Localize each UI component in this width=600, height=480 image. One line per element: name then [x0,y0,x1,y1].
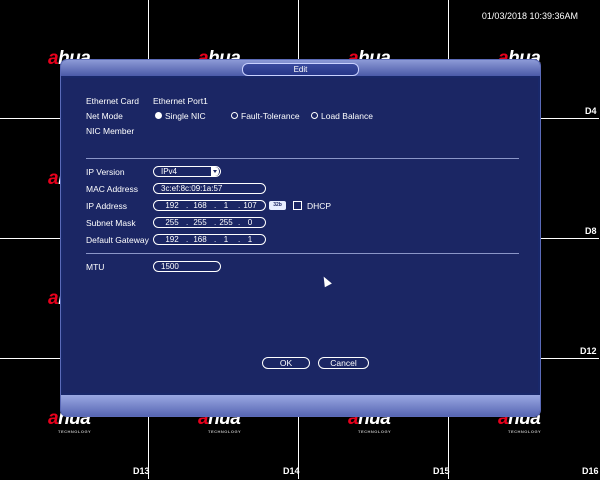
dialog-footer [61,395,540,416]
channel-label-d4: D4 [585,106,597,116]
subnet-octet[interactable]: 0 [240,218,260,227]
cancel-button[interactable]: Cancel [318,357,369,369]
nic-member-label: NIC Member [86,126,135,136]
default-gateway-field[interactable]: 192 . 168 . 1 . 1 [153,234,266,245]
ip-version-value: IPv4 [161,167,178,176]
ethernet-card-value: Ethernet Port1 [153,96,208,106]
ip-version-select[interactable]: IPv4 [153,166,221,177]
ip-toggle-button[interactable]: 32b [269,201,286,210]
dhcp-checkbox[interactable] [293,201,302,210]
channel-label-d12: D12 [580,346,597,356]
net-mode-load-balance-radio[interactable] [311,112,318,119]
channel-label-d15: D15 [433,466,450,476]
channel-label-d13: D13 [133,466,150,476]
net-mode-label: Net Mode [86,111,123,121]
subnet-octet[interactable]: 255 [216,218,236,227]
divider [86,158,519,159]
subnet-mask-label: Subnet Mask [86,218,136,228]
gateway-octet[interactable]: 168 [190,235,210,244]
dialog-body: Ethernet Card Ethernet Port1 Net Mode Si… [63,78,538,393]
chevron-down-icon [211,167,219,176]
dhcp-label: DHCP [307,201,332,211]
net-mode-fault-tolerance-label[interactable]: Fault-Tolerance [241,111,300,121]
ip-address-label: IP Address [86,201,127,211]
ethernet-card-label: Ethernet Card [86,96,139,106]
subnet-octet[interactable]: 255 [162,218,182,227]
subnet-octet[interactable]: 255 [190,218,210,227]
dialog-titlebar[interactable]: Edit [61,60,540,76]
subnet-mask-field[interactable]: 255 . 255 . 255 . 0 [153,217,266,228]
channel-label-d8: D8 [585,226,597,236]
ip-octet[interactable]: 192 [162,201,182,210]
ip-octet[interactable]: 168 [190,201,210,210]
mac-address-label: MAC Address [86,184,138,194]
ip-octet[interactable]: 1 [216,201,236,210]
gateway-octet[interactable]: 1 [216,235,236,244]
ip-address-field[interactable]: 192 . 168 . 1 . 107 [153,200,266,211]
divider [86,253,519,254]
ip-octet[interactable]: 107 [240,201,260,210]
mtu-field[interactable]: 1500 [153,261,221,272]
channel-label-d14: D14 [283,466,300,476]
net-mode-single-nic-radio[interactable] [155,112,162,119]
ip-version-label: IP Version [86,167,125,177]
channel-label-d16: D16 [582,466,599,476]
dialog-title: Edit [242,63,359,76]
mac-address-field[interactable]: 3c:ef:8c:09:1a:57 [153,183,266,194]
net-mode-fault-tolerance-radio[interactable] [231,112,238,119]
gateway-octet[interactable]: 192 [162,235,182,244]
ok-button[interactable]: OK [262,357,310,369]
edit-dialog: Edit Ethernet Card Ethernet Port1 Net Mo… [61,60,540,416]
net-mode-single-nic-label[interactable]: Single NIC [165,111,206,121]
gateway-octet[interactable]: 1 [240,235,260,244]
clock: 01/03/2018 10:39:36AM [481,11,578,21]
mtu-label: MTU [86,262,105,272]
net-mode-load-balance-label[interactable]: Load Balance [321,111,373,121]
default-gateway-label: Default Gateway [86,235,149,245]
